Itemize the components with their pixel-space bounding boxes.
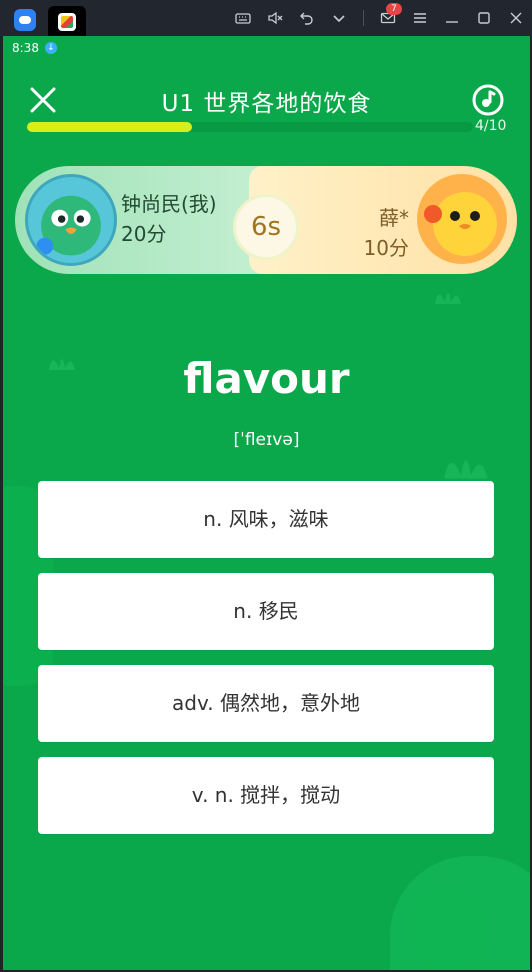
player-avatar xyxy=(25,174,117,266)
question-word: flavour xyxy=(183,354,350,403)
notification-badge: 7 xyxy=(386,3,402,15)
status-time: 8:38 xyxy=(12,41,39,55)
mute-icon[interactable] xyxy=(259,0,291,36)
music-icon[interactable] xyxy=(471,83,505,117)
app-tab[interactable] xyxy=(48,6,86,36)
answer-option[interactable]: n. 风味，滋味 xyxy=(38,481,494,558)
progress-bar xyxy=(27,122,473,132)
toolbar-divider xyxy=(363,10,364,26)
mail-icon[interactable]: 7 xyxy=(372,0,404,36)
opponent-score: 10分 xyxy=(363,236,409,260)
answer-option[interactable]: adv. 偶然地，意外地 xyxy=(38,665,494,742)
minimize-icon[interactable] xyxy=(436,0,468,36)
emulator-toolbar: 7 xyxy=(0,0,532,36)
progress-counter: 4/10 xyxy=(475,118,507,134)
app-icon xyxy=(58,13,76,31)
status-bar: 8:38 ↓ xyxy=(12,40,57,56)
leaf-decoration-icon xyxy=(435,293,461,304)
page-title: U1 世界各地的饮食 xyxy=(161,91,372,117)
keyboard-icon[interactable] xyxy=(227,0,259,36)
opponent-name: 薛* xyxy=(379,206,409,230)
player-score: 20分 xyxy=(121,222,167,246)
answer-option[interactable]: v. n. 搅拌，搅动 xyxy=(38,757,494,834)
phonetic-text: [ˈfleɪvə] xyxy=(233,430,300,450)
player-name: 钟尚民(我) xyxy=(121,192,217,216)
background-decoration xyxy=(410,886,490,970)
emulator-logo-icon[interactable] xyxy=(14,9,36,31)
undo-icon[interactable] xyxy=(291,0,323,36)
close-window-icon[interactable] xyxy=(500,0,532,36)
app-screen: 8:38 ↓ U1 世界各地的饮食 4/10 钟尚民(我) 20分 薛* 10分… xyxy=(3,36,530,970)
opponent-avatar xyxy=(417,174,507,264)
chevron-down-icon[interactable] xyxy=(323,0,355,36)
maximize-icon[interactable] xyxy=(468,0,500,36)
download-icon: ↓ xyxy=(44,42,57,54)
menu-icon[interactable] xyxy=(404,0,436,36)
progress-bar-fill xyxy=(27,122,193,132)
answer-option[interactable]: n. 移民 xyxy=(38,573,494,650)
countdown-timer: 6s xyxy=(233,194,299,260)
